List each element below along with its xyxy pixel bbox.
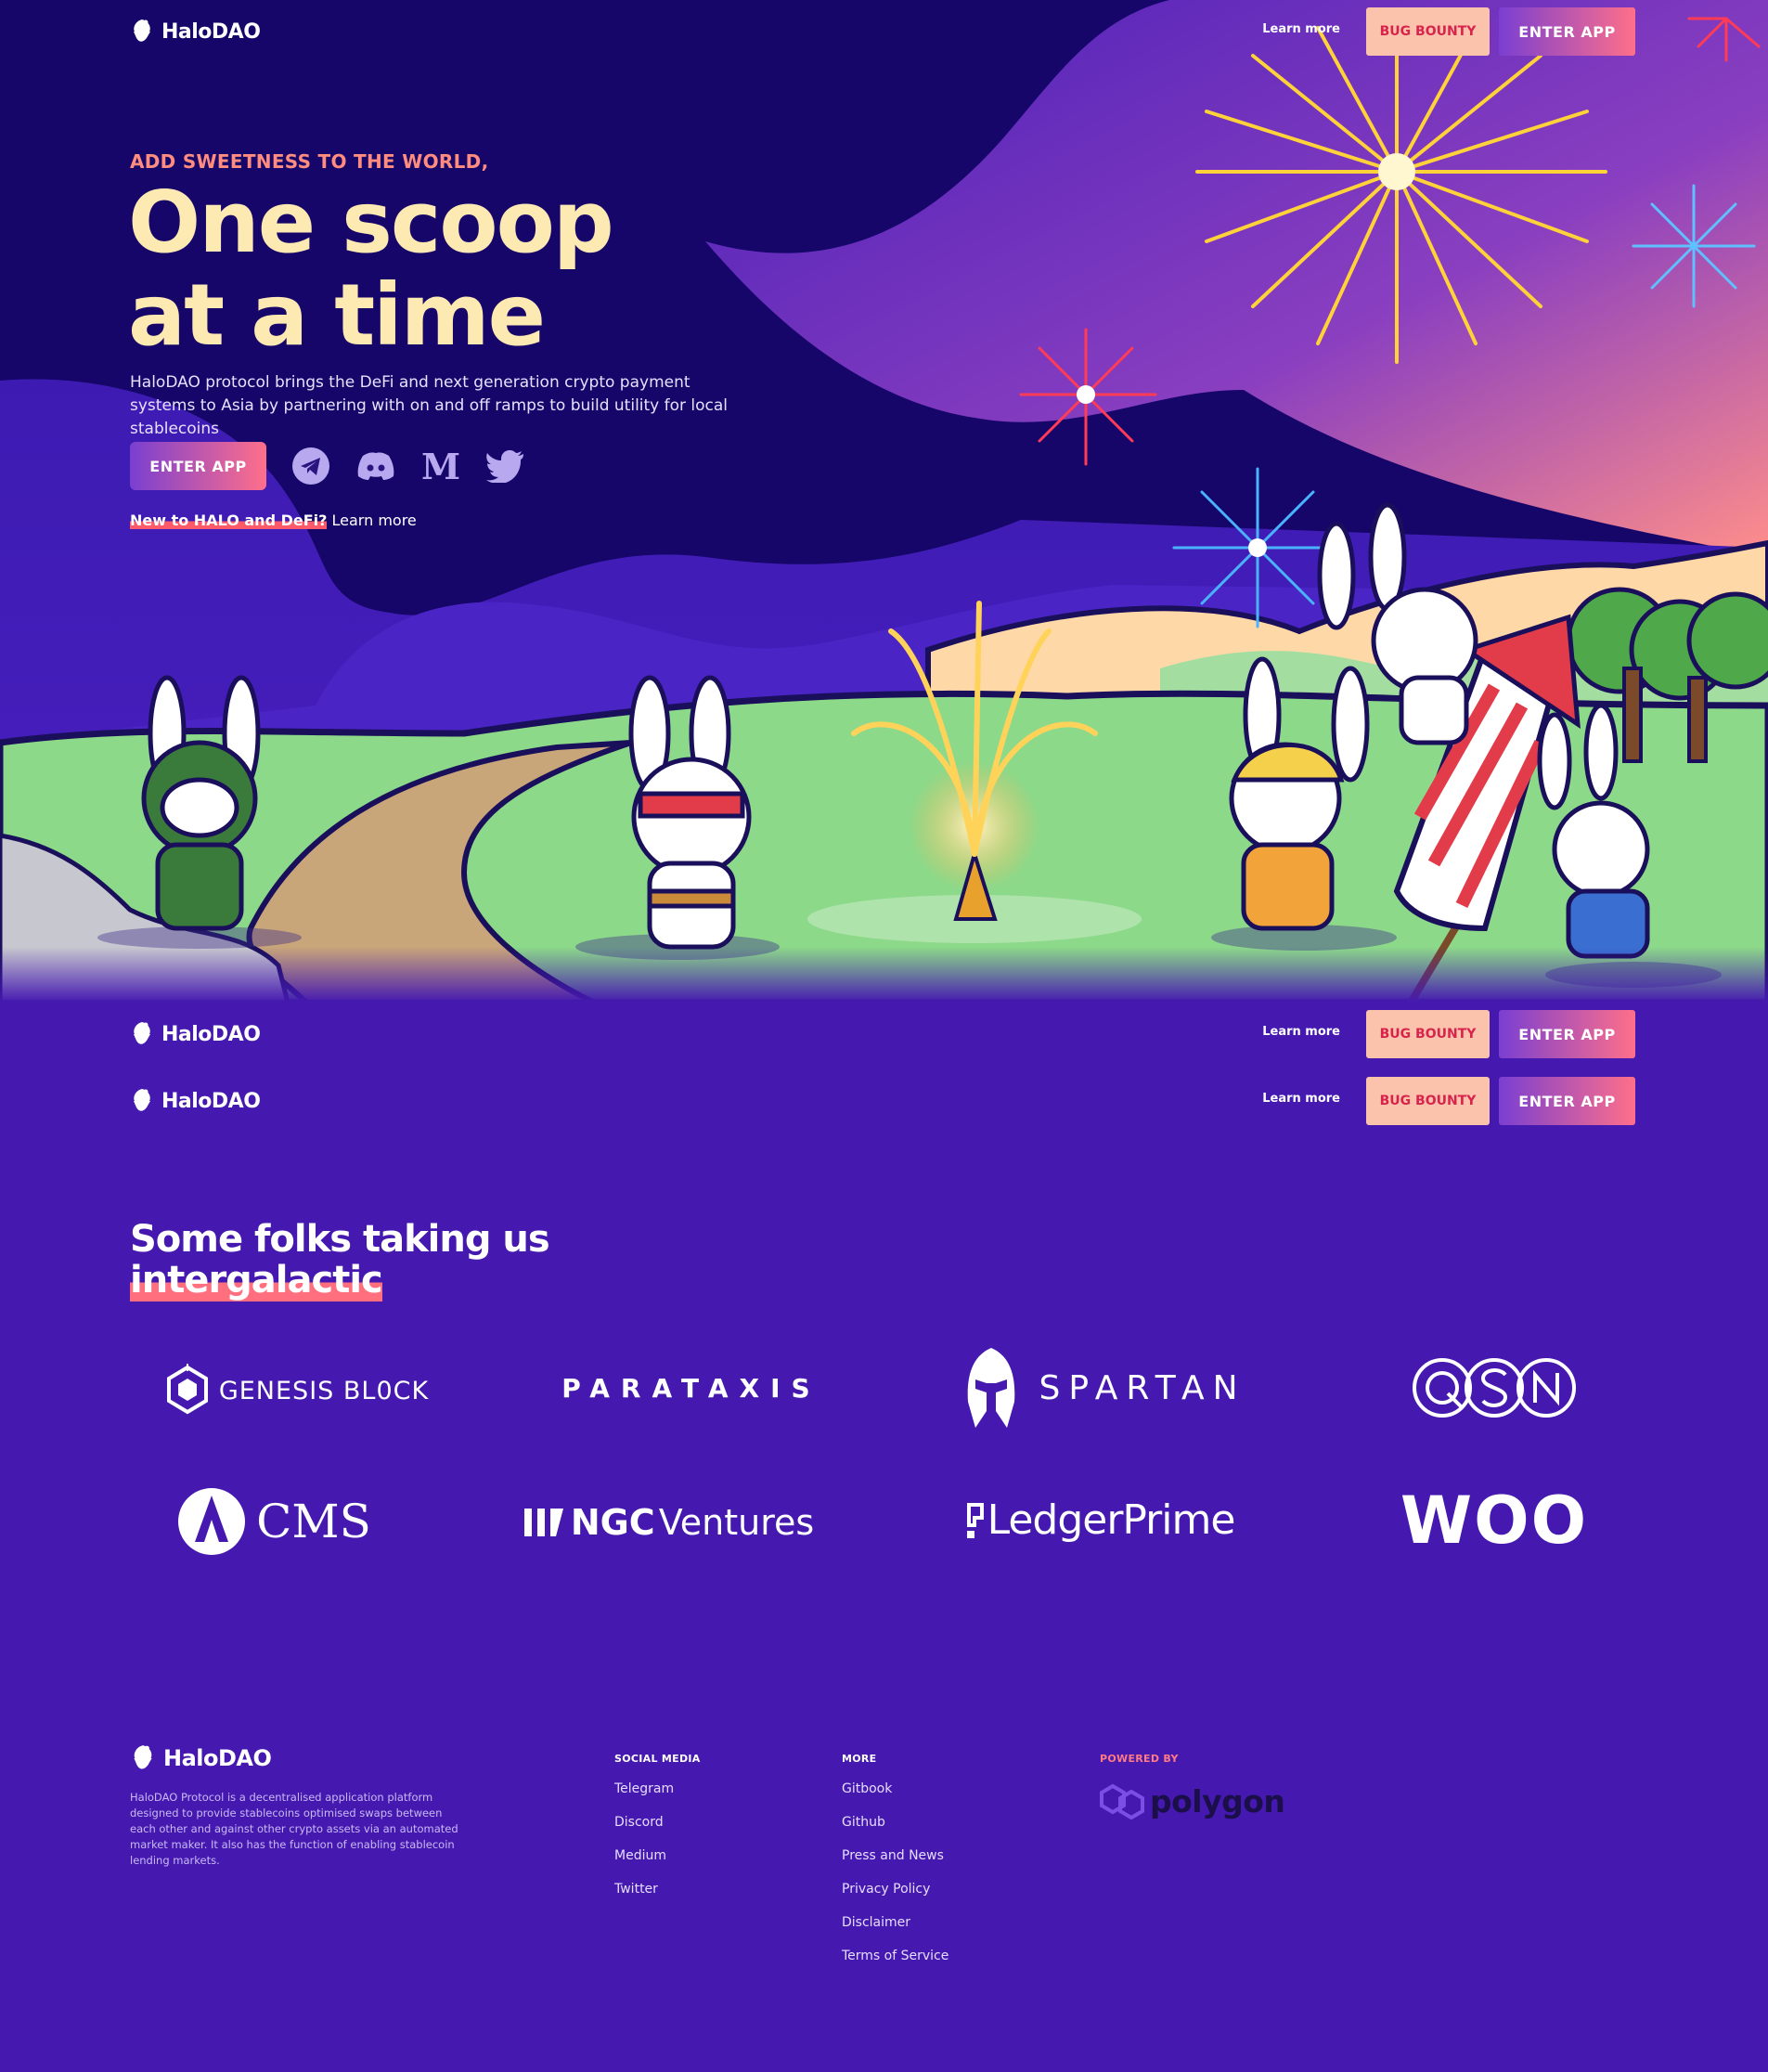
footer-brand-name: HaloDAO	[163, 1745, 272, 1771]
hero-headline: One scoop at a time	[128, 173, 614, 365]
partner-ngc-ventures[interactable]: NGC Ventures	[520, 1490, 817, 1555]
partners-title-line2: intergalactic	[130, 1259, 383, 1301]
qsn-logo-icon	[1413, 1358, 1576, 1418]
footer-link-disclaimer[interactable]: Disclaimer	[842, 1914, 949, 1931]
footer-more-column: MORE Gitbook Github Press and News Priva…	[842, 1753, 949, 1981]
cms-logo-icon	[178, 1488, 246, 1555]
nav-actions: Learn more BUG BOUNTY ENTER APP	[1262, 1010, 1635, 1058]
hero-headline-line1: One scoop	[128, 173, 614, 272]
sticky-nav-1: HaloDAO Learn more BUG BOUNTY ENTER APP	[130, 1010, 1635, 1058]
brand-name: HaloDAO	[161, 1089, 261, 1113]
footer-link-privacy[interactable]: Privacy Policy	[842, 1881, 949, 1897]
polygon-logo-icon	[1100, 1783, 1144, 1820]
top-nav: HaloDAO Learn more BUG BOUNTY ENTER APP	[130, 7, 1635, 56]
polygon-logo[interactable]: polygon	[1100, 1781, 1285, 1821]
partner-qsn[interactable]	[1387, 1351, 1601, 1425]
spartan-text: SPARTAN	[1039, 1369, 1246, 1407]
ngc-text: NGC	[570, 1502, 655, 1543]
footer-link-terms[interactable]: Terms of Service	[842, 1948, 949, 1964]
medium-icon[interactable]: M	[420, 446, 461, 486]
learn-more-link[interactable]: Learn more	[1262, 1092, 1340, 1106]
enter-app-button[interactable]: ENTER APP	[1499, 7, 1635, 56]
nav-actions: Learn more BUG BOUNTY ENTER APP	[1262, 1077, 1635, 1125]
hero-section: HaloDAO Learn more BUG BOUNTY ENTER APP …	[0, 0, 1768, 1003]
svg-text:M: M	[421, 449, 460, 483]
footer-link-gitbook[interactable]: Gitbook	[842, 1781, 949, 1797]
parataxis-text: PARATAXIS	[561, 1372, 821, 1404]
footer-link-twitter[interactable]: Twitter	[614, 1881, 701, 1897]
partners-title-line1: Some folks taking us	[130, 1218, 550, 1261]
enter-app-button[interactable]: ENTER APP	[1499, 1077, 1635, 1125]
hero-headline-line2: at a time	[128, 265, 546, 365]
footer-link-github[interactable]: Github	[842, 1814, 949, 1831]
ledgerprime-logo-icon	[966, 1502, 984, 1538]
cms-text: CMS	[256, 1495, 371, 1548]
hero-eyebrow: ADD SWEETNESS TO THE WORLD,	[130, 150, 489, 173]
brand-logo[interactable]: HaloDAO	[130, 1020, 261, 1048]
footer-social-heading: SOCIAL MEDIA	[614, 1753, 701, 1765]
ventures-text: Ventures	[658, 1502, 815, 1543]
ledgerprime-text: LedgerPrime	[987, 1496, 1236, 1544]
footer-social-column: SOCIAL MEDIA Telegram Discord Medium Twi…	[614, 1753, 701, 1914]
ice-cream-logo-icon	[134, 1089, 150, 1111]
partner-parataxis[interactable]: PARATAXIS	[557, 1355, 826, 1420]
new-to-halo-line: New to HALO and DeFi? Learn more	[130, 512, 417, 529]
trees	[1566, 587, 1768, 701]
partner-woo[interactable]: WOO	[1387, 1483, 1601, 1559]
footer-description: HaloDAO Protocol is a decentralised appl…	[130, 1791, 458, 1867]
partner-spartan[interactable]: SPARTAN	[956, 1344, 1253, 1432]
hero-cta-row: ENTER APP M	[130, 442, 526, 490]
partner-genesis-block[interactable]: GENESIS BL0CK	[162, 1353, 432, 1428]
enter-app-button[interactable]: ENTER APP	[1499, 1010, 1635, 1058]
polygon-text: polygon	[1150, 1782, 1285, 1819]
brand-logo[interactable]: HaloDAO	[130, 1087, 261, 1115]
genesis-block-text: GENESIS BL0CK	[218, 1376, 430, 1405]
telegram-icon[interactable]	[290, 446, 331, 486]
hero-enter-app-button[interactable]: ENTER APP	[130, 442, 266, 490]
footer-link-medium[interactable]: Medium	[614, 1847, 701, 1864]
bug-bounty-button[interactable]: BUG BOUNTY	[1366, 1077, 1490, 1125]
brand-name: HaloDAO	[161, 1022, 261, 1046]
footer-link-press[interactable]: Press and News	[842, 1847, 949, 1864]
partner-ledgerprime[interactable]: LedgerPrime	[951, 1490, 1248, 1550]
partners-title: Some folks taking us intergalactic	[130, 1218, 550, 1301]
bug-bounty-button[interactable]: BUG BOUNTY	[1366, 7, 1490, 56]
new-to-halo-text: New to HALO and DeFi?	[130, 512, 328, 529]
discord-icon[interactable]	[355, 446, 396, 486]
brand-name: HaloDAO	[161, 19, 261, 44]
footer-more-heading: MORE	[842, 1753, 877, 1765]
footer-link-telegram[interactable]: Telegram	[614, 1781, 701, 1797]
learn-more-link[interactable]: Learn more	[1262, 22, 1340, 36]
brand-logo[interactable]: HaloDAO	[130, 18, 261, 45]
twitter-icon[interactable]	[485, 446, 526, 486]
footer-link-discord[interactable]: Discord	[614, 1814, 701, 1831]
partner-cms[interactable]: CMS	[176, 1483, 371, 1560]
ngc-logo-icon	[523, 1509, 563, 1536]
nav-actions: Learn more BUG BOUNTY ENTER APP	[1262, 7, 1635, 56]
ice-cream-logo-icon	[134, 1745, 152, 1769]
bug-bounty-button[interactable]: BUG BOUNTY	[1366, 1010, 1490, 1058]
footer-powered-by: POWERED BY	[1100, 1753, 1179, 1765]
spartan-helmet-icon	[968, 1347, 1015, 1428]
footer-powered-column: POWERED BY polygon	[1100, 1753, 1285, 1821]
learn-more-link[interactable]: Learn more	[1262, 1025, 1340, 1039]
genesis-block-logo-icon	[166, 1364, 208, 1415]
new-to-halo-learn-more[interactable]: Learn more	[332, 512, 417, 529]
ice-cream-logo-icon	[134, 19, 150, 42]
woo-text: WOO	[1400, 1482, 1589, 1559]
ice-cream-logo-icon	[134, 1022, 150, 1044]
sticky-nav-2: HaloDAO Learn more BUG BOUNTY ENTER APP	[130, 1077, 1635, 1125]
footer-brand-logo[interactable]: HaloDAO	[130, 1743, 272, 1773]
hero-description: HaloDAO protocol brings the DeFi and nex…	[130, 373, 729, 438]
